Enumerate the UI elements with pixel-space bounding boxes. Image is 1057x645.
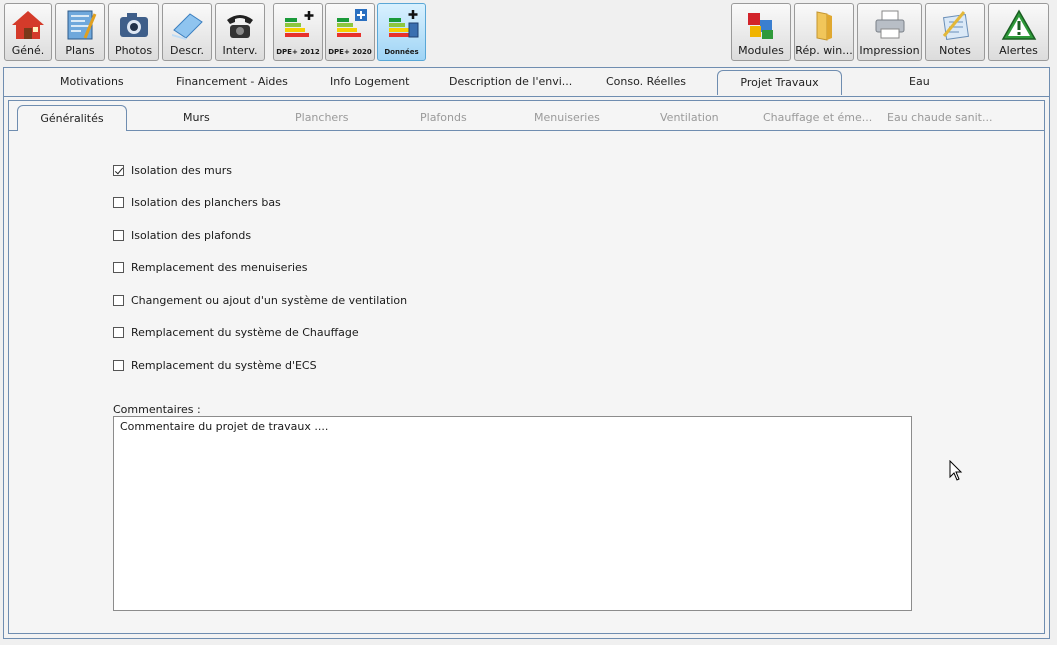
checkbox-label: Isolation des planchers bas [131,195,281,209]
tab-conso-reelles[interactable]: Conso. Réelles [606,75,686,88]
subtab-chauffage-emission[interactable]: Chauffage et éme... [763,111,872,124]
checkbox-unchecked[interactable] [113,229,124,241]
checkbox-label: Remplacement du système d'ECS [131,358,317,372]
checkbox-ecs[interactable]: Remplacement du système d'ECS [113,357,317,373]
house-icon [12,11,44,39]
checkbox-checked[interactable] [113,164,124,176]
content-panel: Généralités Murs Planchers Plafonds Menu… [8,100,1045,634]
description-icon [172,13,203,40]
general-label: Géné. [11,44,45,57]
alert-icon [1001,9,1036,40]
intervention-button[interactable]: Interv. [215,3,265,61]
dpe-2020-label: DPE+ 2020 [328,48,372,56]
checkbox-unchecked[interactable] [113,196,124,208]
tab-financement-aides[interactable]: Financement - Aides [176,75,288,88]
subtab-eau-chaude-sanitaire[interactable]: Eau chaude sanit... [887,111,992,124]
alerts-button[interactable]: Alertes [988,3,1049,61]
energy-label-plus-icon [337,9,367,37]
folder-icon [816,11,832,41]
donnees-button[interactable]: Données [377,3,426,61]
subtab-menuiseries[interactable]: Menuiseries [534,111,600,124]
description-button[interactable]: Descr. [162,3,212,61]
sub-tab-bar: Généralités Murs Planchers Plafonds Menu… [9,101,1044,131]
printer-icon [875,10,904,39]
print-label: Impression [859,44,920,57]
tab-projet-travaux[interactable]: Projet Travaux [717,70,842,95]
subtab-murs[interactable]: Murs [183,111,210,124]
camera-icon [119,13,148,37]
checkbox-label: Remplacement des menuiseries [131,260,308,274]
checkbox-unchecked[interactable] [113,359,124,371]
tab-description-environnement[interactable]: Description de l'envi... [449,75,572,88]
modules-label: Modules [738,44,784,57]
subtab-planchers[interactable]: Planchers [295,111,348,124]
checkbox-unchecked[interactable] [113,294,124,306]
general-button[interactable]: Géné. [4,3,52,61]
checkbox-label: Isolation des plafonds [131,228,252,242]
notes-button[interactable]: Notes [925,3,985,61]
checkbox-isolation-plafonds[interactable]: Isolation des plafonds [113,227,251,243]
comments-textarea[interactable]: Commentaire du projet de travaux .... [113,416,912,611]
puzzle-icon [748,13,773,39]
tab-motivations[interactable]: Motivations [60,75,124,88]
checkbox-unchecked[interactable] [113,326,124,338]
dpe-2020-button[interactable]: DPE+ 2020 [325,3,375,61]
comments-label: Commentaires : [113,403,201,416]
dpe-2012-label: DPE+ 2012 [276,48,320,56]
checkbox-chauffage[interactable]: Remplacement du système de Chauffage [113,324,359,340]
alerts-label: Alertes [999,44,1038,57]
photos-label: Photos [114,44,153,57]
dpe-2012-button[interactable]: DPE+ 2012 [273,3,323,61]
photos-button[interactable]: Photos [108,3,159,61]
checkbox-label: Changement ou ajout d'un système de vent… [131,293,408,307]
plans-icon [67,10,97,40]
donnees-label: Données [384,48,419,56]
checkbox-label: Isolation des murs [131,163,232,177]
notes-label: Notes [939,44,971,57]
main-panel: Motivations Financement - Aides Info Log… [3,67,1050,639]
energy-label-plus-icon [285,11,314,37]
subtab-plafonds[interactable]: Plafonds [420,111,467,124]
subtab-generalites[interactable]: Généralités [17,105,127,131]
main-tab-bar: Motivations Financement - Aides Info Log… [4,68,1049,97]
notes-icon [942,11,969,40]
tab-info-logement[interactable]: Info Logement [330,75,410,88]
checkbox-unchecked[interactable] [113,261,124,273]
checkbox-ventilation[interactable]: Changement ou ajout d'un système de vent… [113,292,407,308]
mouse-cursor-icon [949,460,963,481]
description-label: Descr. [169,44,205,57]
checkbox-remplacement-menuiseries[interactable]: Remplacement des menuiseries [113,259,308,275]
print-button[interactable]: Impression [857,3,922,61]
modules-button[interactable]: Modules [731,3,791,61]
checkbox-isolation-planchers-bas[interactable]: Isolation des planchers bas [113,194,281,210]
checkbox-label: Remplacement du système de Chauffage [131,325,359,339]
plans-button[interactable]: Plans [55,3,105,61]
checkbox-isolation-murs[interactable]: Isolation des murs [113,162,232,178]
energy-label-data-icon [388,10,418,38]
windows-folder-button[interactable]: Rép. win... [794,3,854,61]
telephone-icon [227,15,253,38]
plans-label: Plans [65,44,95,57]
subtab-ventilation[interactable]: Ventilation [660,111,719,124]
intervention-label: Interv. [222,44,258,57]
tab-eau[interactable]: Eau [909,75,930,88]
windows-folder-label: Rép. win... [795,44,853,57]
